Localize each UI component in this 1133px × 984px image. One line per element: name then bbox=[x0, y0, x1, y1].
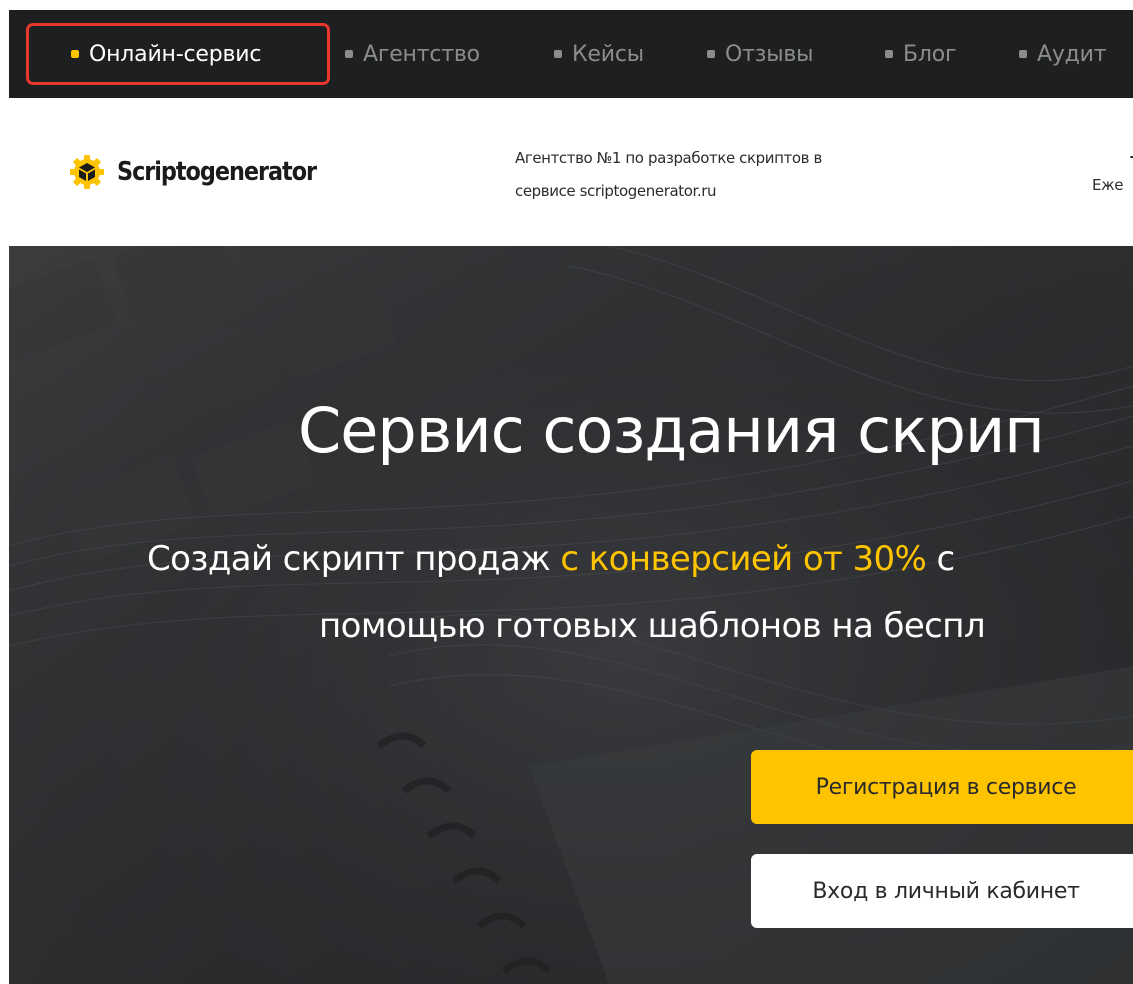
subtitle-highlight: с конверсией от 30% bbox=[560, 539, 927, 579]
plus-icon: + bbox=[1128, 147, 1133, 169]
nav-item-label: Блог bbox=[903, 41, 957, 67]
nav-item-label: Отзывы bbox=[725, 41, 814, 67]
tagline-line-2: сервисе scriptogenerator.ru bbox=[515, 182, 717, 200]
nav-item-blog[interactable]: Блог bbox=[885, 10, 957, 98]
active-highlight-box bbox=[26, 23, 330, 85]
bullet-icon bbox=[885, 50, 893, 58]
nav-item-label: Агентство bbox=[363, 41, 480, 67]
bullet-icon bbox=[1019, 50, 1027, 58]
bullet-icon bbox=[345, 50, 353, 58]
nav-item-cases[interactable]: Кейсы bbox=[554, 10, 644, 98]
subtitle-text: с bbox=[926, 539, 955, 579]
nav-item-label: Кейсы bbox=[572, 41, 644, 67]
bullet-icon bbox=[707, 50, 715, 58]
hero-title: Сервис создания скрип bbox=[298, 394, 1045, 467]
top-nav: Онлайн-сервис Агентство Кейсы Отзывы Бло… bbox=[9, 10, 1133, 98]
hero-subtitle-line-1: Создай скрипт продаж с конверсией от 30%… bbox=[147, 539, 955, 579]
subtitle-text: Создай скрипт продаж bbox=[147, 539, 561, 579]
register-button[interactable]: Регистрация в сервисе bbox=[751, 750, 1133, 824]
hero-subtitle-line-2: помощью готовых шаблонов на беспл bbox=[319, 606, 986, 646]
nav-item-agency[interactable]: Агентство bbox=[345, 10, 480, 98]
nav-item-label: Аудит bbox=[1037, 41, 1107, 67]
header-right-text: Еже bbox=[1092, 176, 1124, 194]
logo-text: Scriptogenerator bbox=[117, 157, 317, 187]
tagline-line-1: Агентство №1 по разработке скриптов в bbox=[515, 149, 822, 167]
page: Онлайн-сервис Агентство Кейсы Отзывы Бло… bbox=[0, 0, 1133, 984]
site-header: Scriptogenerator Агентство №1 по разрабо… bbox=[9, 98, 1133, 246]
nav-item-reviews[interactable]: Отзывы bbox=[707, 10, 814, 98]
logo-gear-icon bbox=[70, 155, 104, 189]
tagline: Агентство №1 по разработке скриптов в се… bbox=[515, 142, 955, 208]
logo[interactable]: Scriptogenerator bbox=[69, 150, 348, 194]
hero-section: Сервис создания скрип Создай скрипт прод… bbox=[9, 246, 1133, 984]
bullet-icon bbox=[554, 50, 562, 58]
nav-item-audit[interactable]: Аудит bbox=[1019, 10, 1107, 98]
login-button[interactable]: Вход в личный кабинет bbox=[751, 854, 1133, 928]
